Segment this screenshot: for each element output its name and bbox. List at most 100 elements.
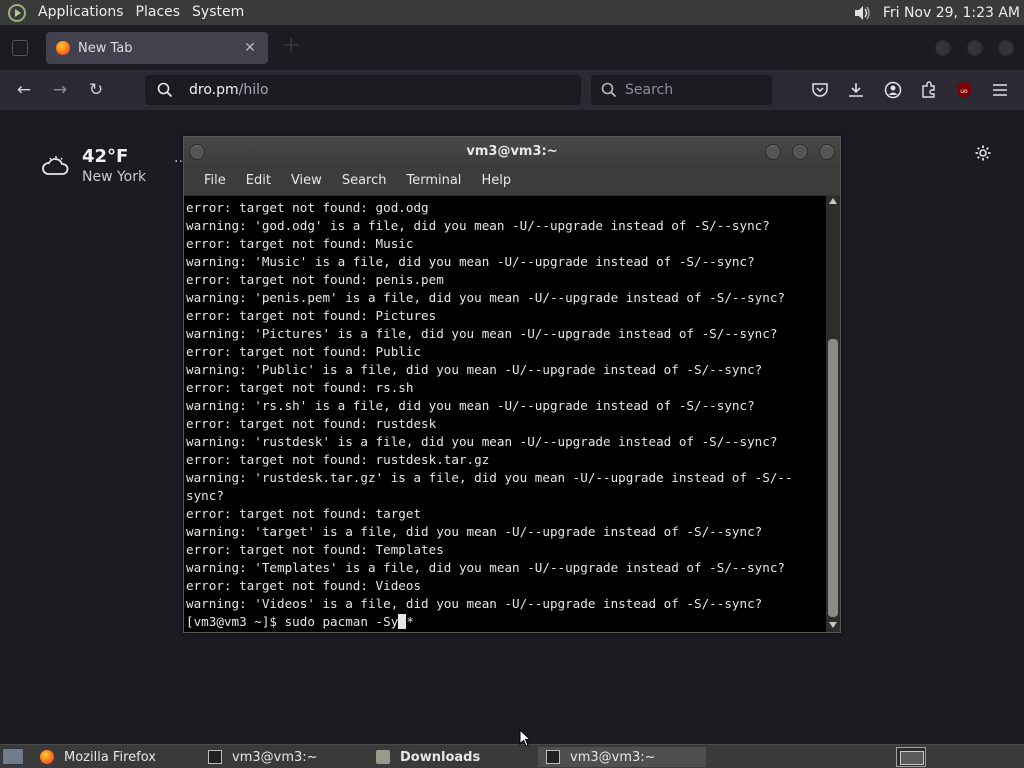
volume-icon[interactable]: [853, 4, 871, 22]
firefox-tab-icon: [56, 41, 70, 55]
hamburger-menu-icon[interactable]: [991, 81, 1009, 99]
terminal-scrollbar[interactable]: [826, 196, 840, 632]
maximize-button[interactable]: [967, 40, 983, 56]
terminal-line: error: target not found: Public: [186, 344, 422, 359]
terminal-line: error: target not found: rustdesk.tar.gz: [186, 452, 490, 467]
close-window-button[interactable]: [998, 40, 1014, 56]
cloudy-weather-icon: [42, 156, 69, 175]
weather-widget[interactable]: 42°F New York: [40, 146, 146, 186]
taskbar-item-label: vm3@vm3:~: [570, 749, 656, 765]
terminal-line: error: target not found: rustdesk: [186, 416, 437, 431]
terminal-prompt-line[interactable]: [vm3@vm3 ~]$ sudo pacman -Sy *: [186, 613, 826, 631]
terminal-line: error: target not found: penis.pem: [186, 272, 444, 287]
reload-button[interactable]: ↻: [86, 80, 106, 100]
terminal-window[interactable]: vm3@vm3:~ File Edit View Search Terminal…: [183, 136, 841, 633]
terminal-line: error: target not found: Music: [186, 236, 414, 251]
terminal-line: warning: 'Public' is a file, did you mea…: [186, 362, 763, 377]
minimize-button[interactable]: [935, 40, 951, 56]
terminal-menu-view[interactable]: View: [281, 167, 332, 195]
mouse-pointer-icon: [519, 729, 531, 747]
taskbar-item-label: vm3@vm3:~: [232, 749, 318, 765]
weather-city: New York: [82, 169, 147, 185]
terminal-line: warning: 'god.odg' is a file, did you me…: [186, 218, 770, 233]
svg-text:uo: uo: [960, 88, 968, 95]
search-placeholder: Search: [625, 82, 674, 98]
bottom-taskbar: Mozilla Firefox vm3@vm3:~ Downloads vm3@…: [0, 744, 1024, 768]
new-tab-button[interactable]: +: [282, 35, 304, 59]
terminal-line: error: target not found: target: [186, 506, 422, 521]
taskbar-item-downloads[interactable]: Downloads: [368, 747, 536, 767]
terminal-minimize-button[interactable]: [765, 144, 781, 160]
applications-menu-icon[interactable]: [8, 3, 26, 22]
terminal-maximize-button[interactable]: [792, 144, 808, 160]
tab-new-tab[interactable]: New Tab ✕: [46, 32, 268, 64]
taskbar-item-terminal[interactable]: vm3@vm3:~: [200, 747, 368, 767]
terminal-menu-help[interactable]: Help: [471, 167, 521, 195]
workspace-switcher[interactable]: [896, 747, 926, 767]
terminal-lines: error: target not found: god.odg warning…: [186, 199, 826, 613]
terminal-title-bar[interactable]: vm3@vm3:~: [184, 137, 840, 167]
terminal-line: error: target not found: rs.sh: [186, 380, 414, 395]
taskbar-item-terminal-active[interactable]: vm3@vm3:~: [538, 747, 706, 767]
terminal-menu-file[interactable]: File: [194, 167, 236, 195]
terminal-line: warning: 'Videos' is a file, did you mea…: [186, 596, 763, 611]
taskbar-item-label: Downloads: [400, 749, 481, 765]
weather-more-options-icon[interactable]: ··: [174, 154, 183, 170]
weather-temperature: 42°F: [82, 146, 129, 167]
clock[interactable]: Fri Nov 29, 1:23 AM: [883, 5, 1024, 21]
search-icon: [601, 82, 617, 98]
terminal-after-cursor: *: [406, 614, 414, 629]
terminal-line: warning: 'rustdesk.tar.gz' is a file, di…: [186, 470, 793, 485]
menu-places[interactable]: Places: [130, 0, 187, 25]
ublock-origin-icon[interactable]: uo: [955, 81, 973, 99]
taskbar-item-firefox[interactable]: Mozilla Firefox: [32, 747, 198, 767]
search-bar[interactable]: Search: [591, 75, 772, 105]
terminal-menu-bar: File Edit View Search Terminal Help: [184, 167, 840, 195]
terminal-line: warning: 'target' is a file, did you mea…: [186, 524, 763, 539]
url-host: dro.pm: [189, 82, 239, 98]
firefox-nav-bar: ← → ↻ dro.pm/hilo Search uo: [0, 70, 1024, 110]
terminal-title: vm3@vm3:~: [466, 144, 558, 159]
weather-text: 42°F New York: [82, 146, 146, 186]
menu-applications[interactable]: Applications: [32, 0, 130, 25]
extensions-icon[interactable]: [920, 81, 938, 99]
url-path: /hilo: [238, 82, 269, 98]
terminal-menu-terminal[interactable]: Terminal: [396, 167, 471, 195]
terminal-output[interactable]: error: target not found: god.odg warning…: [184, 196, 826, 632]
terminal-line: warning: 'Music' is a file, did you mean…: [186, 254, 755, 269]
account-icon[interactable]: [884, 81, 902, 99]
scroll-up-arrow-icon[interactable]: [829, 198, 837, 204]
list-all-tabs-icon[interactable]: [12, 40, 28, 56]
terminal-line: error: target not found: god.odg: [186, 200, 429, 215]
terminal-line: warning: 'rs.sh' is a file, did you mean…: [186, 398, 755, 413]
pocket-icon[interactable]: [811, 81, 829, 99]
terminal-line: error: target not found: Videos: [186, 578, 422, 593]
downloads-icon[interactable]: [847, 81, 865, 99]
menu-system[interactable]: System: [186, 0, 250, 25]
terminal-line: warning: 'rustdesk' is a file, did you m…: [186, 434, 778, 449]
window-menu-button[interactable]: [189, 144, 205, 160]
scroll-down-arrow-icon[interactable]: [829, 622, 837, 628]
search-icon: [157, 82, 173, 98]
top-panel: Applications Places System Fri Nov 29, 1…: [0, 0, 1024, 25]
terminal-command: [vm3@vm3 ~]$ sudo pacman -Sy: [186, 614, 399, 629]
terminal-line: warning: 'penis.pem' is a file, did you …: [186, 290, 785, 305]
scrollbar-thumb[interactable]: [828, 339, 838, 617]
show-desktop-icon[interactable]: [2, 748, 24, 765]
tab-close-icon[interactable]: ✕: [242, 40, 258, 56]
terminal-line: error: target not found: Pictures: [186, 308, 437, 323]
terminal-menu-search[interactable]: Search: [332, 167, 397, 195]
back-button[interactable]: ←: [14, 80, 34, 100]
terminal-menu-edit[interactable]: Edit: [236, 167, 281, 195]
terminal-icon: [208, 750, 222, 764]
firefox-tab-bar: New Tab ✕ +: [0, 25, 1024, 70]
firefox-icon: [40, 750, 54, 764]
terminal-icon: [546, 750, 560, 764]
terminal-line: error: target not found: Templates: [186, 542, 444, 557]
terminal-close-button[interactable]: [819, 144, 835, 160]
url-bar[interactable]: dro.pm/hilo: [145, 75, 581, 105]
terminal-line: sync?: [186, 488, 224, 503]
gear-icon[interactable]: [974, 144, 992, 162]
terminal-line: warning: 'Templates' is a file, did you …: [186, 560, 785, 575]
forward-button[interactable]: →: [50, 80, 70, 100]
